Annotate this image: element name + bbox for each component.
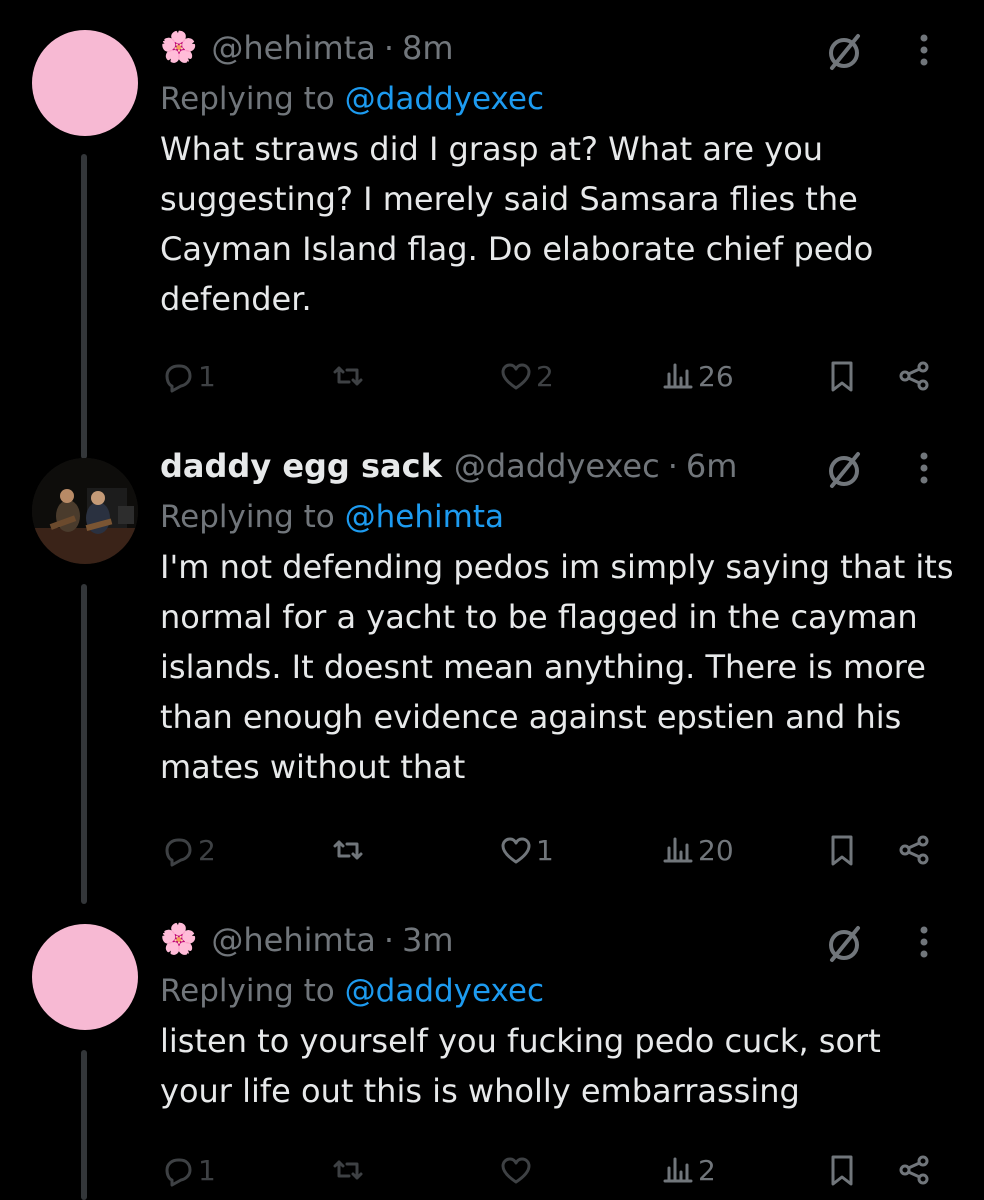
timestamp[interactable]: 3m bbox=[402, 921, 454, 959]
grok-icon[interactable] bbox=[824, 924, 864, 964]
replying-label: Replying to bbox=[160, 499, 335, 535]
views-button[interactable]: 20 bbox=[660, 826, 734, 874]
replying-label: Replying to bbox=[160, 973, 335, 1009]
views-icon bbox=[663, 1157, 693, 1183]
grok-icon[interactable] bbox=[824, 32, 864, 72]
share-button[interactable] bbox=[896, 1146, 932, 1194]
flower-emoji: 🌸 bbox=[160, 30, 198, 65]
separator-dot: · bbox=[667, 447, 678, 485]
like-button[interactable]: 1 bbox=[498, 826, 554, 874]
more-options-icon[interactable] bbox=[918, 448, 930, 488]
share-icon bbox=[899, 1155, 929, 1185]
replying-to: Replying to @hehimta bbox=[160, 494, 944, 540]
tweet-text: What straws did I grasp at? What are you… bbox=[160, 130, 874, 318]
avatar[interactable] bbox=[32, 30, 138, 136]
mention-link[interactable]: @daddyexec bbox=[345, 81, 544, 117]
heart-icon bbox=[501, 363, 531, 390]
thread-line-top bbox=[81, 434, 87, 450]
mention-link[interactable]: @hehimta bbox=[345, 499, 504, 535]
mention-link[interactable]: @daddyexec bbox=[345, 973, 544, 1009]
reply-count: 1 bbox=[198, 359, 216, 393]
timestamp[interactable]: 8m bbox=[402, 29, 454, 67]
like-count: 1 bbox=[536, 833, 554, 867]
tweet-actions: 1 2 26 bbox=[0, 352, 984, 400]
reply-button[interactable]: 2 bbox=[160, 826, 216, 874]
grok-icon[interactable] bbox=[824, 450, 864, 490]
retweet-button[interactable] bbox=[330, 352, 368, 400]
bookmark-button[interactable] bbox=[824, 352, 860, 400]
views-button[interactable]: 26 bbox=[660, 352, 734, 400]
retweet-icon bbox=[333, 366, 363, 386]
more-options-icon[interactable] bbox=[918, 30, 930, 70]
bookmark-button[interactable] bbox=[824, 826, 860, 874]
thread-line bbox=[81, 154, 87, 459]
replying-to: Replying to @daddyexec bbox=[160, 76, 944, 122]
tweet-text: I'm not defending pedos im simply saying… bbox=[160, 548, 954, 786]
separator-dot: · bbox=[383, 921, 394, 959]
reply-icon bbox=[165, 364, 192, 393]
view-count: 26 bbox=[698, 359, 734, 393]
tweet-actions: 1 2 bbox=[0, 1146, 984, 1194]
tweet-actions: 2 1 20 bbox=[0, 826, 984, 874]
heart-icon bbox=[501, 1157, 531, 1184]
view-count: 2 bbox=[698, 1153, 716, 1187]
bookmark-icon bbox=[831, 835, 853, 866]
views-icon bbox=[663, 363, 693, 389]
retweet-icon bbox=[333, 840, 363, 860]
views-icon bbox=[663, 837, 693, 863]
like-button[interactable] bbox=[498, 1146, 536, 1194]
timestamp[interactable]: 6m bbox=[686, 447, 738, 485]
reply-count: 2 bbox=[198, 833, 216, 867]
share-button[interactable] bbox=[896, 826, 932, 874]
like-button[interactable]: 2 bbox=[498, 352, 554, 400]
display-name[interactable]: daddy egg sack bbox=[160, 447, 442, 485]
avatar[interactable] bbox=[32, 924, 138, 1030]
view-count: 20 bbox=[698, 833, 734, 867]
avatar[interactable] bbox=[32, 458, 138, 564]
avatar-photo bbox=[32, 458, 138, 564]
user-handle[interactable]: @daddyexec bbox=[454, 447, 660, 485]
share-icon bbox=[899, 835, 929, 865]
bookmark-button[interactable] bbox=[824, 1146, 860, 1194]
retweet-button[interactable] bbox=[330, 826, 368, 874]
reply-count: 1 bbox=[198, 1153, 216, 1187]
reply-button[interactable]: 1 bbox=[160, 352, 216, 400]
user-handle[interactable]: @hehimta bbox=[211, 29, 375, 67]
replying-label: Replying to bbox=[160, 81, 335, 117]
reply-button[interactable]: 1 bbox=[160, 1146, 216, 1194]
retweet-button[interactable] bbox=[330, 1146, 368, 1194]
share-button[interactable] bbox=[896, 352, 932, 400]
bookmark-icon bbox=[831, 361, 853, 392]
bookmark-icon bbox=[831, 1155, 853, 1186]
flower-emoji: 🌸 bbox=[160, 922, 198, 957]
like-count: 2 bbox=[536, 359, 554, 393]
heart-icon bbox=[501, 837, 531, 864]
more-options-icon[interactable] bbox=[918, 922, 930, 962]
user-handle[interactable]: @hehimta bbox=[211, 921, 375, 959]
replying-to: Replying to @daddyexec bbox=[160, 968, 944, 1014]
tweet-text: listen to yourself you fucking pedo cuck… bbox=[160, 1022, 881, 1110]
reply-icon bbox=[165, 1158, 192, 1187]
share-icon bbox=[899, 361, 929, 391]
reply-icon bbox=[165, 838, 192, 867]
views-button[interactable]: 2 bbox=[660, 1146, 716, 1194]
retweet-icon bbox=[333, 1160, 363, 1180]
separator-dot: · bbox=[383, 29, 394, 67]
